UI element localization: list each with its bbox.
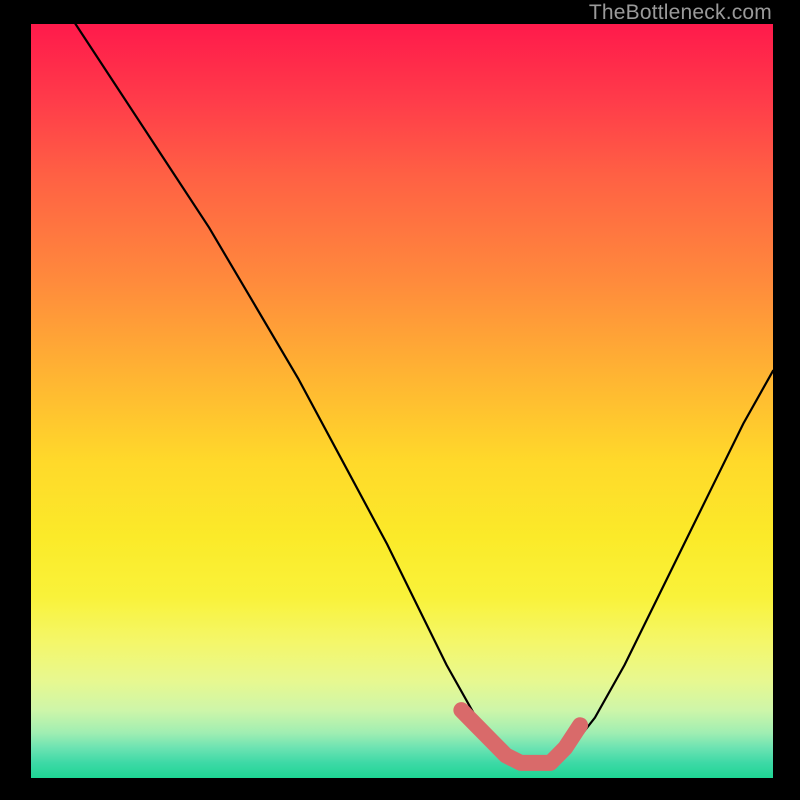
confidence-band [461,710,580,763]
chart-stage: TheBottleneck.com [0,0,800,800]
curve-layer [31,24,773,778]
plot-area [31,24,773,778]
bottleneck-curve [31,24,773,763]
watermark-text: TheBottleneck.com [589,1,772,25]
